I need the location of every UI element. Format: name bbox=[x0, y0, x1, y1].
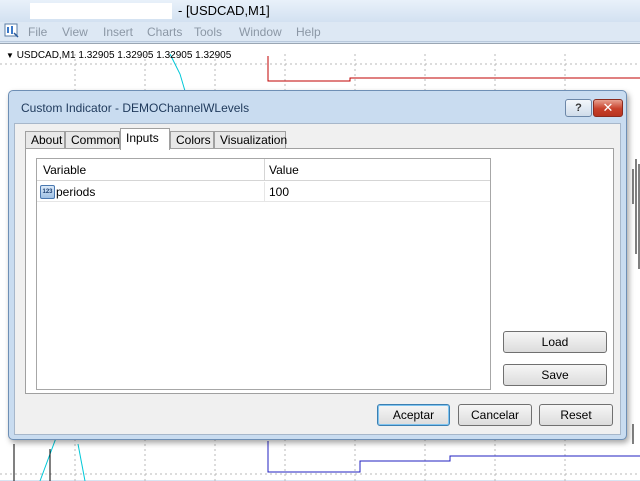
column-value[interactable]: Value bbox=[269, 163, 299, 177]
tab-colors[interactable]: Colors bbox=[170, 131, 214, 149]
column-divider[interactable] bbox=[264, 159, 265, 181]
dialog-body: About Common Inputs Colors Visualization… bbox=[14, 123, 621, 435]
window-titlebar: - [USDCAD,M1] bbox=[0, 0, 640, 22]
integer-param-icon: 123 bbox=[40, 185, 55, 199]
title-blank-area bbox=[30, 3, 172, 19]
load-button[interactable]: Load bbox=[503, 331, 607, 353]
menu-file[interactable]: File bbox=[28, 25, 47, 39]
app-icon[interactable] bbox=[4, 22, 20, 38]
channel-lower-line bbox=[267, 441, 640, 473]
table-row[interactable]: 123 periods 100 bbox=[37, 182, 490, 202]
menu-view[interactable]: View bbox=[62, 25, 88, 39]
help-icon: ? bbox=[575, 102, 582, 114]
menu-bar: File View Insert Charts Tools Window Hel… bbox=[0, 22, 640, 42]
reset-button[interactable]: Reset bbox=[539, 404, 613, 426]
param-name: periods bbox=[56, 185, 96, 199]
grid-header: Variable Value bbox=[37, 159, 490, 181]
help-button[interactable]: ? bbox=[565, 99, 592, 117]
menu-tools[interactable]: Tools bbox=[194, 25, 222, 39]
cancel-button[interactable]: Cancelar bbox=[458, 404, 532, 426]
column-variable[interactable]: Variable bbox=[43, 163, 86, 177]
tab-common[interactable]: Common bbox=[65, 131, 120, 149]
menu-window[interactable]: Window bbox=[239, 25, 282, 39]
cyan-level-line-lower bbox=[77, 443, 86, 481]
tab-visualization[interactable]: Visualization bbox=[214, 131, 287, 149]
menu-help[interactable]: Help bbox=[296, 25, 321, 39]
tab-inputs[interactable]: Inputs bbox=[120, 128, 170, 150]
close-icon: ✕ bbox=[602, 100, 614, 115]
ok-button[interactable]: Aceptar bbox=[377, 404, 450, 426]
inputs-panel: Variable Value 123 periods 100 Load Save bbox=[25, 148, 614, 394]
menu-insert[interactable]: Insert bbox=[103, 25, 133, 39]
save-button[interactable]: Save bbox=[503, 364, 607, 386]
row-divider bbox=[264, 182, 265, 202]
dialog-title: Custom Indicator - DEMOChannelWLevels bbox=[21, 101, 250, 115]
custom-indicator-dialog: Custom Indicator - DEMOChannelWLevels ? … bbox=[8, 90, 627, 440]
menu-charts[interactable]: Charts bbox=[147, 25, 182, 39]
chart-collapse-icon[interactable]: ▼ bbox=[6, 51, 14, 60]
param-value[interactable]: 100 bbox=[269, 185, 289, 199]
window-title: - [USDCAD,M1] bbox=[178, 3, 270, 18]
close-button[interactable]: ✕ bbox=[593, 99, 623, 117]
inputs-grid: Variable Value 123 periods 100 bbox=[36, 158, 491, 390]
tab-about[interactable]: About bbox=[25, 131, 65, 149]
channel-upper-line bbox=[267, 56, 640, 82]
chart-symbol-label: ▼ USDCAD,M1 1.32905 1.32905 1.32905 1.32… bbox=[6, 50, 232, 61]
